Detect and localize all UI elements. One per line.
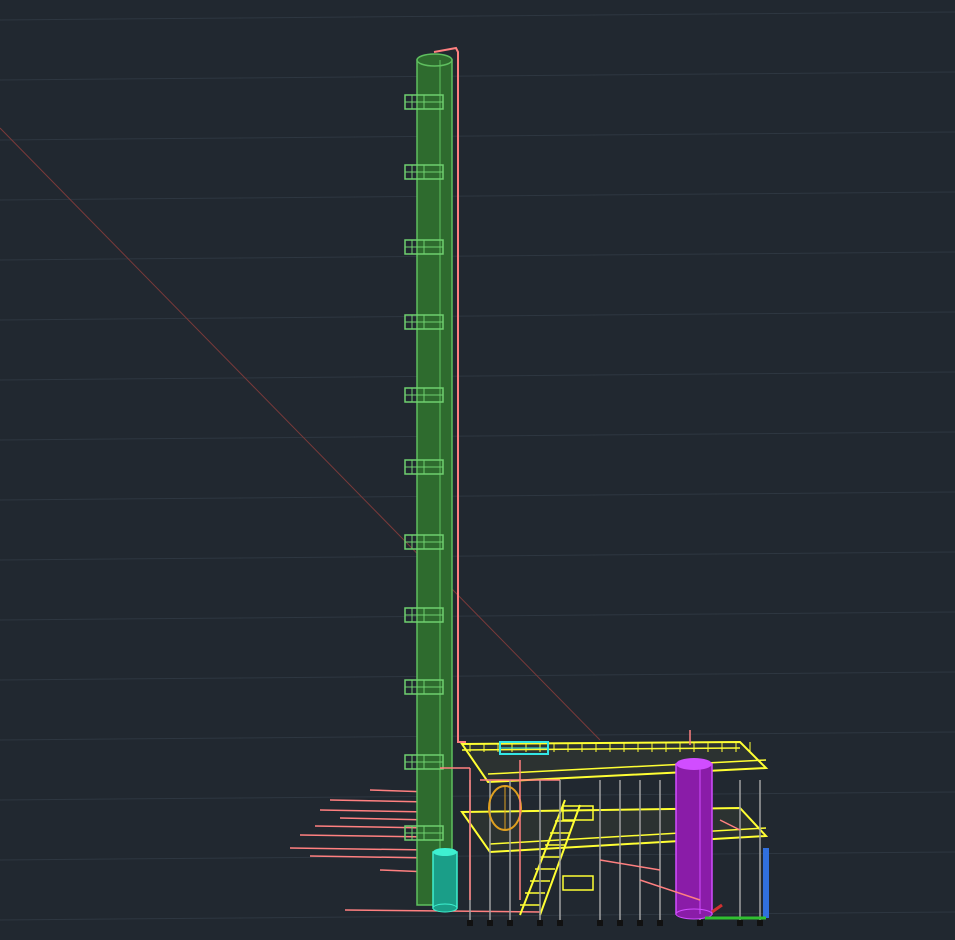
- ground-pipe: [289, 847, 431, 851]
- leg-base: [507, 920, 513, 926]
- ucs-icon: [705, 903, 766, 920]
- grid-line: [0, 731, 955, 741]
- reboiler-bottom: [432, 903, 458, 913]
- grid-line: [0, 911, 955, 921]
- leg-base: [757, 920, 763, 926]
- leg-base: [657, 920, 663, 926]
- grid-line: [0, 251, 955, 261]
- column-shell: [416, 59, 453, 906]
- process-pipe: [599, 859, 661, 871]
- vessel-body: [675, 763, 713, 915]
- leg-base: [617, 920, 623, 926]
- model-space-canvas[interactable]: [0, 0, 955, 940]
- grid-line: [0, 191, 955, 201]
- grid-line: [0, 791, 955, 801]
- grid-line: [0, 851, 955, 861]
- grid-line: [0, 671, 955, 681]
- pipe-rack-structure[interactable]: [460, 740, 769, 916]
- leg-base: [597, 920, 603, 926]
- leg-base: [557, 920, 563, 926]
- ground-pipe: [299, 834, 431, 838]
- distillation-column[interactable]: [416, 53, 453, 906]
- ground-pipe: [319, 809, 431, 813]
- pump-unit[interactable]: [488, 785, 522, 831]
- reboiler-vessel[interactable]: [432, 848, 458, 913]
- vessel-top: [676, 758, 712, 770]
- reboiler-top: [433, 848, 457, 856]
- grid-line: [0, 71, 955, 81]
- grid-line: [0, 551, 955, 561]
- grid-line: [0, 11, 955, 21]
- reboiler-body: [432, 851, 458, 909]
- leg-base: [537, 920, 543, 926]
- leg-base: [737, 920, 743, 926]
- drawing-viewport[interactable]: [0, 0, 955, 940]
- leg-base: [487, 920, 493, 926]
- reflux-drum-vessel[interactable]: [675, 758, 713, 920]
- leg-base: [637, 920, 643, 926]
- landing: [562, 875, 594, 891]
- grid-line: [0, 611, 955, 621]
- ground-pipe: [329, 799, 431, 803]
- grid-line: [0, 431, 955, 441]
- grid-line: [0, 491, 955, 501]
- grid-lines: [0, 11, 955, 921]
- leg-base: [697, 920, 703, 926]
- leg-base: [467, 920, 473, 926]
- column-top-head: [416, 53, 453, 67]
- structure-legs: [467, 780, 763, 926]
- grid-line: [0, 131, 955, 141]
- ucs-x-axis: [711, 903, 723, 914]
- grid-line: [0, 371, 955, 381]
- grid-line: [0, 311, 955, 321]
- diagonal-axis-line: [0, 127, 601, 741]
